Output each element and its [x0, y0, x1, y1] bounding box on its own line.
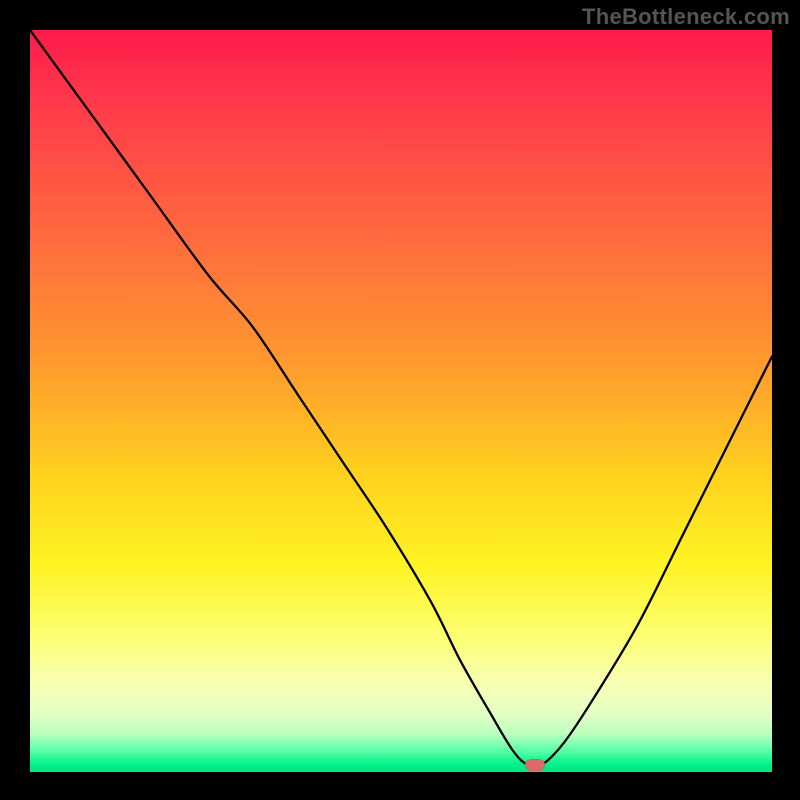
bottleneck-curve: [30, 30, 772, 767]
watermark-text: TheBottleneck.com: [582, 4, 790, 30]
trough-marker: [525, 759, 545, 771]
curve-svg: [30, 30, 772, 772]
plot-area: [30, 30, 772, 772]
chart-frame: TheBottleneck.com: [0, 0, 800, 800]
